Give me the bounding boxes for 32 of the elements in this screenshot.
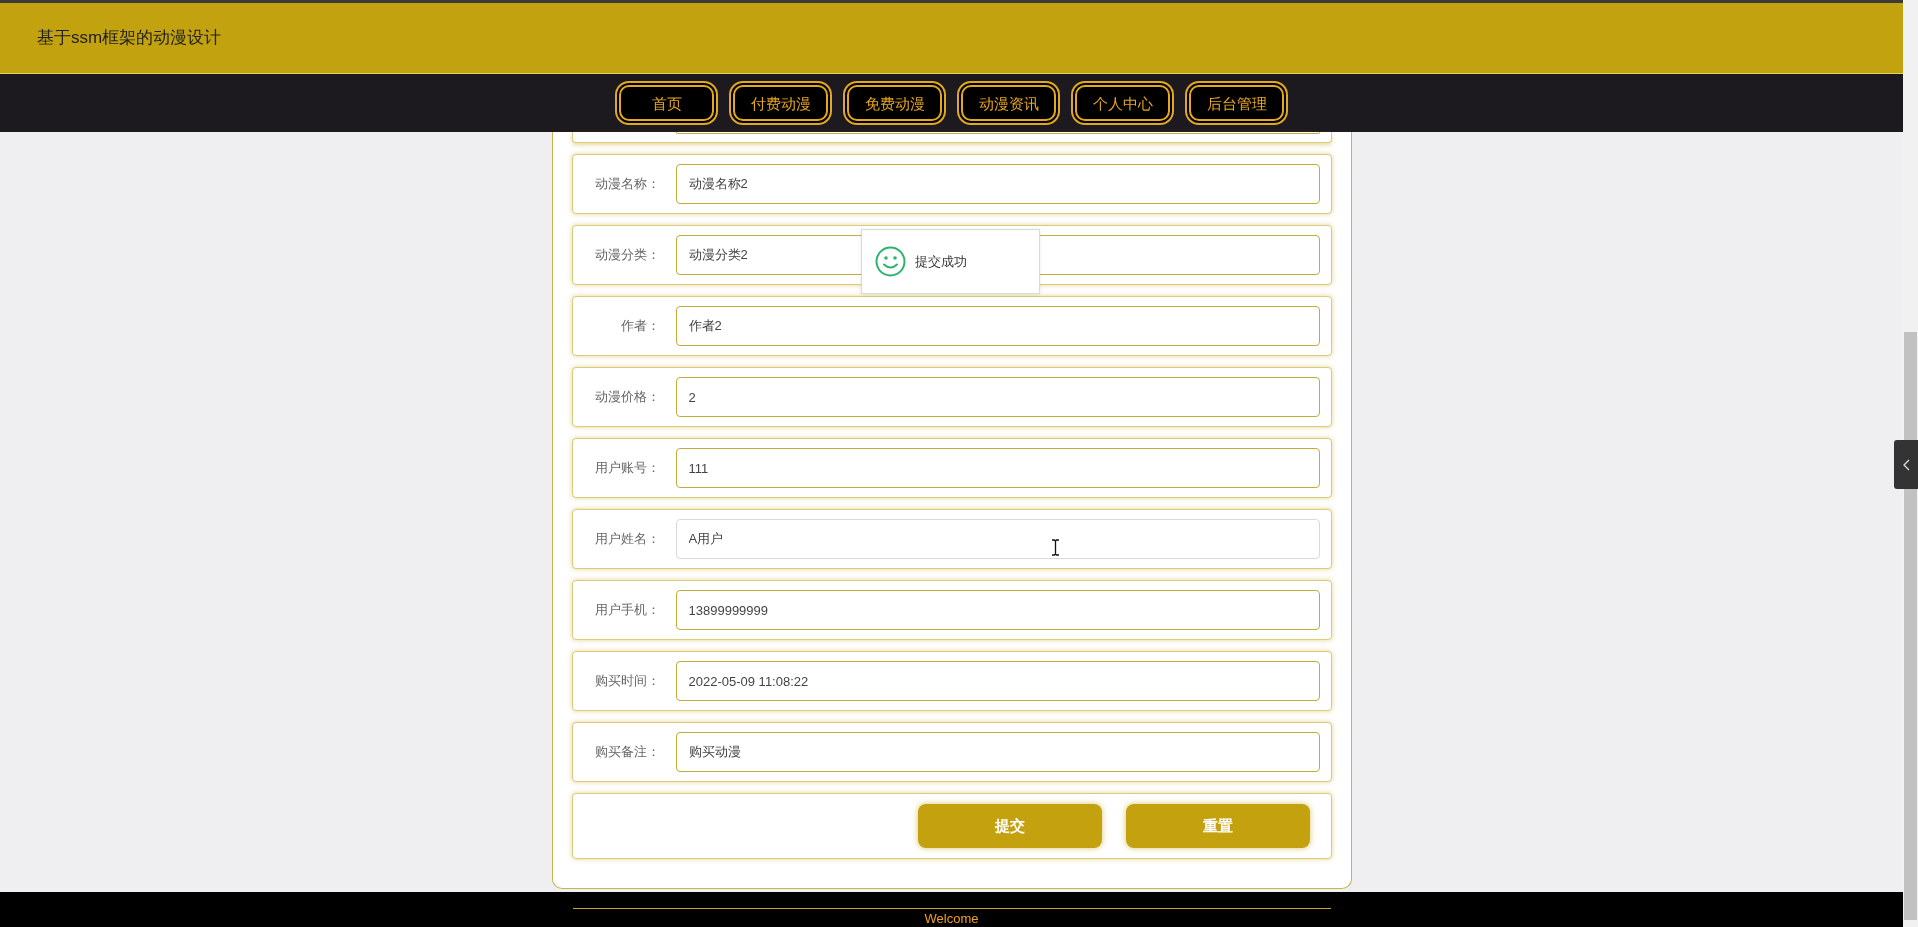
input-field[interactable]: 动漫名称2 [675, 164, 1320, 204]
field-label: 用户姓名： [594, 530, 660, 549]
nav-button[interactable]: 首页 [615, 81, 718, 125]
toast-message: 提交成功 [915, 252, 967, 271]
field-label: 购买时间： [594, 672, 660, 691]
nav-button[interactable]: 后台管理 [1185, 81, 1288, 125]
input-field[interactable]: 111 [675, 448, 1320, 488]
input-field[interactable]: 2 [675, 377, 1320, 417]
nav-button[interactable]: 个人中心 [1071, 81, 1174, 125]
field-label: 用户账号： [594, 459, 660, 478]
input-field[interactable]: A用户 [675, 519, 1320, 559]
side-panel-toggle[interactable] [1894, 440, 1918, 489]
input-field[interactable]: 2022-05-09 11:08:22 [675, 661, 1320, 701]
site-title: 基于ssm框架的动漫设计 [37, 27, 222, 50]
nav-button[interactable]: 免费动漫 [843, 81, 946, 125]
input-field[interactable]: 13899999999 [675, 590, 1320, 630]
field-label: 动漫价格： [594, 388, 660, 407]
text-cursor-icon [1051, 539, 1060, 556]
field-label: 购买备注： [594, 743, 660, 762]
field-label: 用户手机： [594, 601, 660, 620]
nav-button[interactable]: 付费动漫 [729, 81, 832, 125]
footer-welcome-text: Welcome [924, 911, 979, 926]
scrollbar[interactable] [1903, 0, 1918, 927]
input-field[interactable]: 作者2 [675, 306, 1320, 346]
smiley-icon [875, 246, 906, 277]
input-field[interactable]: 购买动漫 [675, 732, 1320, 772]
nav-button[interactable]: 动漫资讯 [957, 81, 1060, 125]
scrollbar-thumb[interactable] [1904, 332, 1917, 920]
field-label: 作者： [620, 317, 660, 336]
chevron-left-icon [1902, 458, 1910, 471]
field-label: 动漫名称： [594, 175, 660, 194]
field-label: 动漫分类： [594, 246, 660, 265]
